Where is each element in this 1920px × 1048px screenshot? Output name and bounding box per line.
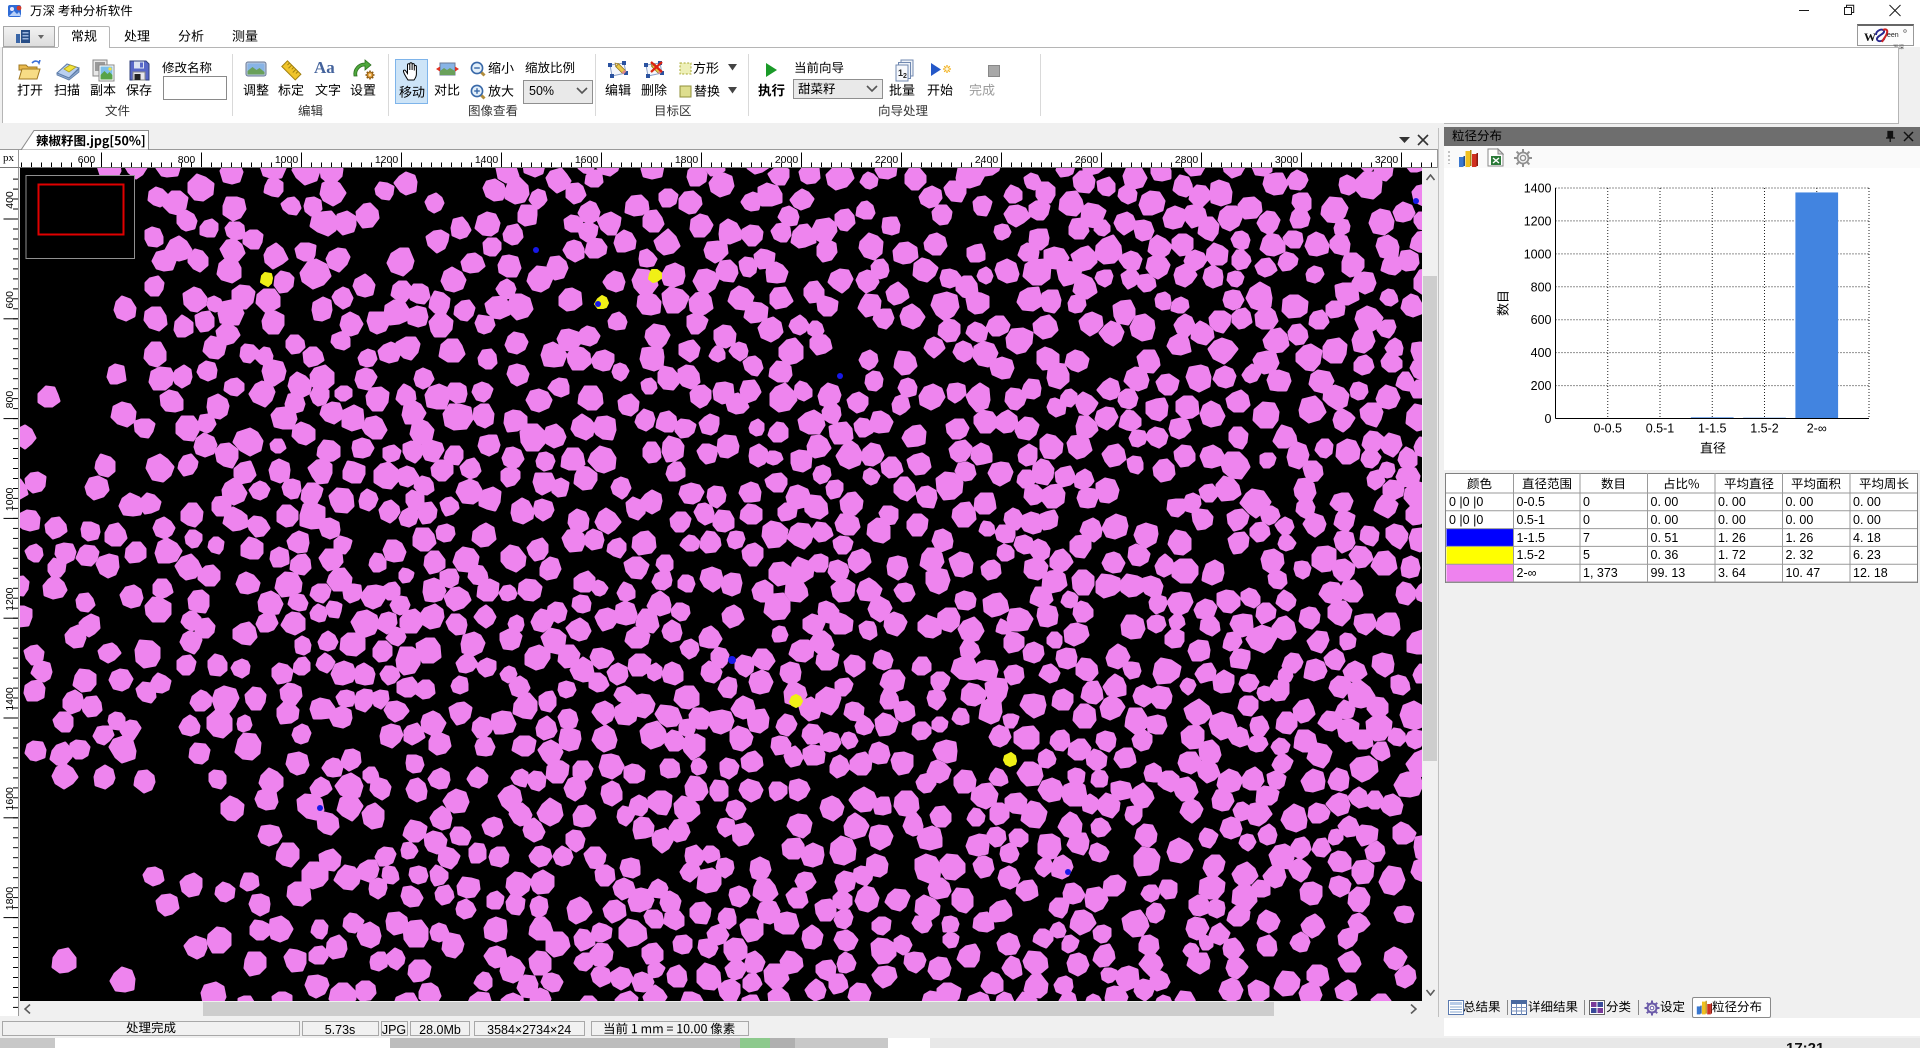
svg-text:2800: 2800 xyxy=(1175,154,1199,166)
svg-text:0.5-1: 0.5-1 xyxy=(1646,422,1675,436)
svg-text:1800: 1800 xyxy=(675,154,699,166)
svg-text:2200: 2200 xyxy=(875,154,899,166)
svg-text:1600: 1600 xyxy=(4,787,16,811)
svg-text:1400: 1400 xyxy=(475,154,499,166)
svg-text:0: 0 xyxy=(1545,412,1552,426)
svg-text:1400: 1400 xyxy=(1524,182,1552,196)
svg-text:2600: 2600 xyxy=(1075,154,1099,166)
svg-text:200: 200 xyxy=(1531,379,1552,393)
svg-text:1600: 1600 xyxy=(575,154,599,166)
svg-text:1-1.5: 1-1.5 xyxy=(1698,422,1727,436)
svg-text:3000: 3000 xyxy=(1275,154,1299,166)
svg-text:1.5-2: 1.5-2 xyxy=(1750,422,1779,436)
svg-text:1200: 1200 xyxy=(375,154,399,166)
svg-text:600: 600 xyxy=(1531,313,1552,327)
svg-text:1200: 1200 xyxy=(1524,214,1552,228)
svg-text:1400: 1400 xyxy=(4,687,16,711)
svg-text:600: 600 xyxy=(4,291,16,309)
svg-text:1200: 1200 xyxy=(4,587,16,611)
svg-text:2400: 2400 xyxy=(975,154,999,166)
svg-text:600: 600 xyxy=(78,154,96,166)
svg-text:1800: 1800 xyxy=(4,887,16,911)
svg-text:W: W xyxy=(1864,30,1876,44)
svg-text:3200: 3200 xyxy=(1375,154,1399,166)
svg-text:1000: 1000 xyxy=(4,488,16,512)
svg-text:800: 800 xyxy=(178,154,196,166)
svg-text:1000: 1000 xyxy=(1524,247,1552,261)
svg-text:2000: 2000 xyxy=(775,154,799,166)
svg-text:800: 800 xyxy=(1531,280,1552,294)
svg-text:400: 400 xyxy=(1531,346,1552,360)
svg-text:1000: 1000 xyxy=(275,154,299,166)
svg-text:2-∞: 2-∞ xyxy=(1807,422,1827,436)
svg-text:0-0.5: 0-0.5 xyxy=(1594,422,1623,436)
svg-text:800: 800 xyxy=(4,391,16,409)
svg-text:400: 400 xyxy=(4,191,16,209)
